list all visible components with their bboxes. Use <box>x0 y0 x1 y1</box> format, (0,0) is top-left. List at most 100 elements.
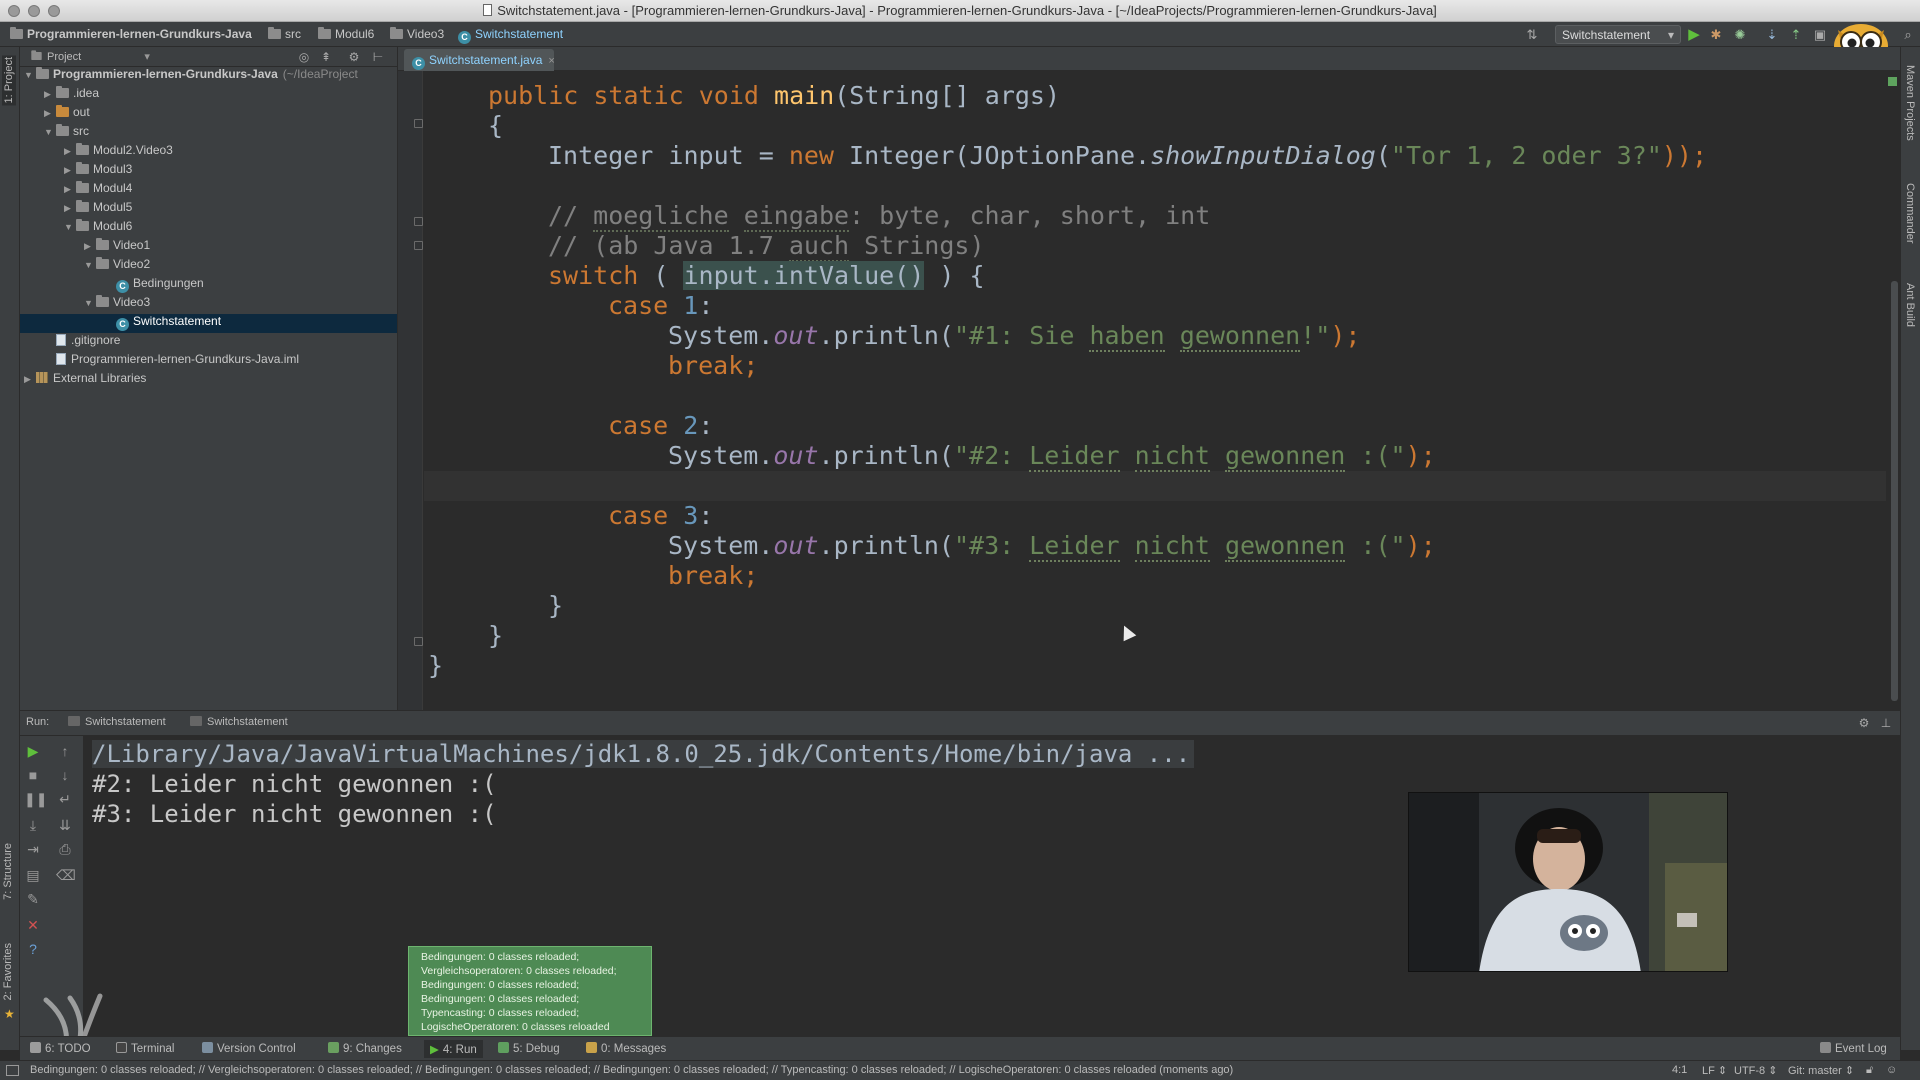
chevron-down-icon[interactable]: ▼ <box>44 127 56 137</box>
close-icon[interactable]: × <box>548 55 554 67</box>
tool-window-todo[interactable]: 6: TODO <box>30 1042 91 1055</box>
help-icon[interactable]: ? <box>24 940 42 958</box>
tool-window-event-log[interactable]: Event Log <box>1820 1042 1887 1055</box>
rerun-icon[interactable]: ▶ <box>24 742 42 760</box>
line-separator[interactable]: LF ⇕ <box>1702 1064 1727 1077</box>
print-icon[interactable]: ⎙ <box>56 840 74 858</box>
tool-tab-favorites[interactable]: 2: Favorites <box>2 943 14 1000</box>
tree-item[interactable]: ▶ Video1 <box>20 238 397 257</box>
run-tab-2[interactable]: Switchstatement <box>190 716 288 728</box>
tree-item[interactable]: ▼ Modul6 <box>20 219 397 238</box>
tree-item[interactable]: ▼ Programmieren-lernen-Grundkurs-Java (~/I… <box>20 67 397 86</box>
search-icon[interactable]: ⌕ <box>1900 27 1916 43</box>
caret-position[interactable]: 4:1 <box>1672 1064 1687 1076</box>
run-icon[interactable]: ▶ <box>1686 27 1702 43</box>
breadcrumb-src[interactable]: src <box>268 27 301 41</box>
editor-tab-switchstatement[interactable]: C Switchstatement.java × <box>404 49 555 71</box>
file-encoding[interactable]: UTF-8 ⇕ <box>1734 1064 1777 1077</box>
chevron-down-icon[interactable]: ▼ <box>84 298 96 308</box>
breadcrumb-modul6[interactable]: Modul6 <box>318 27 374 41</box>
down-arrow-icon[interactable]: ↓ <box>56 766 74 784</box>
code-editor[interactable]: public static void main(String[] args) {… <box>398 71 1900 710</box>
tool-tab-structure[interactable]: 7: Structure <box>2 843 14 900</box>
inspector-icon[interactable]: ☺ <box>1886 1064 1897 1076</box>
chevron-right-icon[interactable]: ▶ <box>44 108 56 119</box>
chevron-right-icon[interactable]: ▶ <box>44 89 56 100</box>
sort-icon[interactable]: ⇅ <box>1524 27 1540 43</box>
tree-item[interactable]: ▶ out <box>20 105 397 124</box>
breadcrumb-switchstatement[interactable]: C Switchstatement <box>458 27 563 44</box>
debug-icon[interactable]: ✱ <box>1708 27 1724 43</box>
stop-icon[interactable]: ■ <box>24 766 42 784</box>
tree-item[interactable]: ▶ Modul3 <box>20 162 397 181</box>
chevron-right-icon[interactable]: ▶ <box>64 165 76 176</box>
tree-item[interactable]: ▶ External Libraries <box>20 371 397 390</box>
soft-wrap-icon[interactable]: ↵ <box>56 790 74 808</box>
editor-vertical-scrollbar[interactable] <box>1891 281 1898 701</box>
tree-item[interactable]: ▶ Modul5 <box>20 200 397 219</box>
close-icon[interactable]: ✕ <box>24 916 42 934</box>
tree-item[interactable]: C Bedingungen <box>20 276 397 295</box>
favorites-star-icon[interactable]: ★ <box>4 1007 15 1021</box>
tree-item[interactable]: C Switchstatement <box>20 314 397 333</box>
clear-all-icon[interactable]: ⌫ <box>56 866 76 884</box>
scroll-from-source-icon[interactable]: ◎ <box>296 49 312 65</box>
vcs-branch[interactable]: Git: master ⇕ <box>1788 1064 1854 1077</box>
tree-item[interactable]: ▼ src <box>20 124 397 143</box>
gear-icon[interactable]: ⚙ <box>346 49 362 65</box>
chevron-right-icon[interactable]: ▶ <box>64 203 76 214</box>
chevron-right-icon[interactable]: ▶ <box>64 184 76 195</box>
tool-tab-maven-projects[interactable]: Maven Projects <box>1904 65 1916 141</box>
chevron-down-icon[interactable]: ▼ <box>24 70 36 80</box>
tool-tab-commander[interactable]: Commander <box>1904 183 1916 244</box>
tool-tab-project[interactable]: 1: Project <box>2 55 16 106</box>
chevron-down-icon[interactable]: ▼ <box>64 222 76 232</box>
collapse-all-icon[interactable]: ⇞ <box>318 49 334 65</box>
run-configuration-select[interactable]: Switchstatement ▾ <box>1555 25 1681 44</box>
chevron-down-icon[interactable]: ▼ <box>84 260 96 270</box>
tool-window-changes[interactable]: 9: Changes <box>328 1042 402 1055</box>
inspection-ok-icon[interactable] <box>1888 77 1897 86</box>
up-arrow-icon[interactable]: ↑ <box>56 742 74 760</box>
tree-item[interactable]: ▼ Video2 <box>20 257 397 276</box>
layout-icon[interactable]: ▤ <box>24 866 42 884</box>
hide-panel-icon[interactable]: ⊥ <box>1878 715 1894 731</box>
coverage-icon[interactable]: ✺ <box>1732 27 1748 43</box>
toggle-tool-buttons-icon[interactable] <box>6 1065 19 1076</box>
tool-window-run[interactable]: ▶ 4: Run <box>424 1040 483 1058</box>
pin-icon[interactable]: ✎ <box>24 890 42 908</box>
pause-icon[interactable]: ❚❚ <box>24 790 47 808</box>
fold-marker-icon[interactable] <box>414 241 423 250</box>
gear-icon[interactable]: ⚙ <box>1856 715 1872 731</box>
chevron-right-icon[interactable]: ▶ <box>84 241 96 252</box>
tool-window-version-control[interactable]: Version Control <box>202 1042 296 1055</box>
breadcrumb-video3[interactable]: Video3 <box>390 27 444 41</box>
chevron-right-icon[interactable]: ▶ <box>24 374 36 385</box>
tree-item[interactable]: ▶ .idea <box>20 86 397 105</box>
vcs-commit-icon[interactable]: ⇡ <box>1788 27 1804 43</box>
chevron-right-icon[interactable]: ▶ <box>64 146 76 157</box>
tree-item[interactable]: .gitignore <box>20 333 397 352</box>
lock-icon[interactable]: 🔓︎ <box>1866 1064 1873 1077</box>
fold-marker-icon[interactable] <box>414 217 423 226</box>
hide-panel-icon[interactable]: ⊢ <box>370 49 386 65</box>
status-message[interactable]: Bedingungen: 0 classes reloaded; // Verg… <box>30 1064 1233 1076</box>
tool-window-terminal[interactable]: Terminal <box>116 1042 174 1055</box>
tree-item[interactable]: ▼ Video3 <box>20 295 397 314</box>
exit-icon[interactable]: ⇥ <box>24 840 42 858</box>
tool-tab-ant-build[interactable]: Ant Build <box>1904 283 1916 327</box>
fold-marker-icon[interactable] <box>414 119 423 128</box>
dump-threads-icon[interactable]: ⤓ <box>24 816 42 834</box>
tree-item[interactable]: Programmieren-lernen-Grundkurs-Java.iml <box>20 352 397 371</box>
settings-icon[interactable]: ▣ <box>1812 27 1828 43</box>
breadcrumb-project[interactable]: Programmieren-lernen-Grundkurs-Java <box>10 27 252 41</box>
tree-item[interactable]: ▶ Modul4 <box>20 181 397 200</box>
vcs-update-icon[interactable]: ⇣ <box>1764 27 1780 43</box>
tool-window-messages[interactable]: 0: Messages <box>586 1042 666 1055</box>
run-tab-1[interactable]: Switchstatement <box>68 716 166 728</box>
project-view-select[interactable]: Project ▾ <box>30 50 150 63</box>
fold-marker-icon[interactable] <box>414 637 423 646</box>
tool-window-debug[interactable]: 5: Debug <box>498 1042 560 1055</box>
notification-balloon[interactable]: Bedingungen: 0 classes reloaded; Verglei… <box>408 946 652 1036</box>
tree-item[interactable]: ▶ Modul2.Video3 <box>20 143 397 162</box>
